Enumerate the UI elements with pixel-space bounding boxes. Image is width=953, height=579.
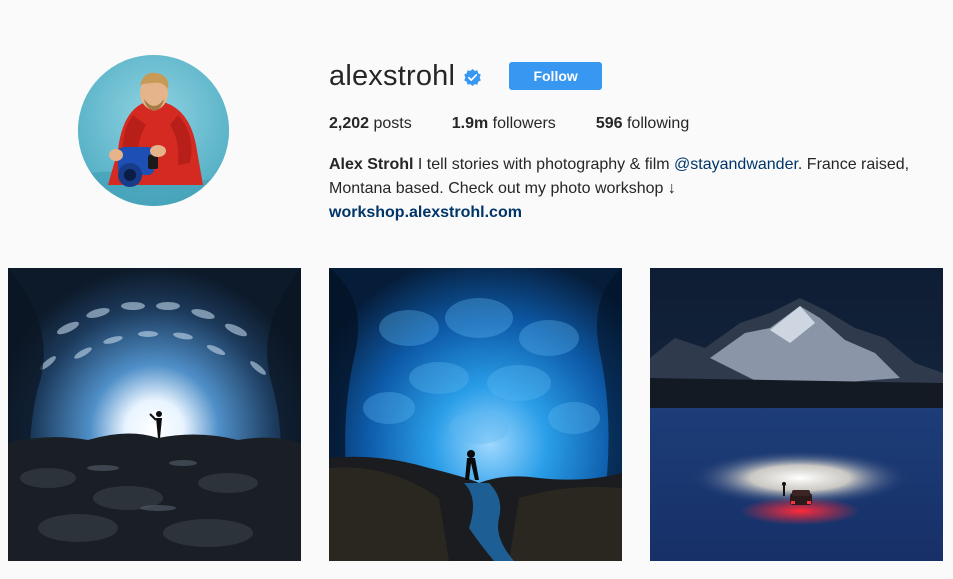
followers-stat[interactable]: 1.9m followers <box>452 114 556 134</box>
profile-page: alexstrohl Follow 2,202 posts 1.9m follo… <box>0 0 953 579</box>
followers-count: 1.9m <box>451 115 489 132</box>
profile-bio: Alex Strohl I tell stories with photogra… <box>329 153 929 225</box>
post-grid <box>8 268 943 561</box>
post-thumbnail-2[interactable] <box>329 268 622 561</box>
mention-link[interactable]: @stayandwander <box>674 156 798 173</box>
post-thumbnail-1[interactable] <box>8 268 301 561</box>
following-count: 596 <box>595 115 623 132</box>
posts-label: posts <box>373 115 412 132</box>
profile-header: alexstrohl Follow <box>329 56 603 96</box>
website-link[interactable]: workshop.alexstrohl.com <box>329 201 522 225</box>
profile-avatar[interactable] <box>78 55 229 206</box>
full-name: Alex Strohl <box>329 156 414 173</box>
followers-label: followers <box>492 115 556 132</box>
verified-badge-icon <box>464 68 481 86</box>
bio-text-1: I tell stories with photography & film <box>413 156 675 173</box>
follow-button[interactable]: Follow <box>509 62 603 90</box>
profile-stats: 2,202 posts 1.9m followers 596 following <box>329 114 729 134</box>
following-label: following <box>626 115 690 132</box>
username: alexstrohl <box>329 60 456 92</box>
post-thumbnail-3[interactable] <box>650 268 943 561</box>
posts-count: 2,202 <box>329 115 370 132</box>
posts-stat: 2,202 posts <box>329 114 412 134</box>
following-stat[interactable]: 596 following <box>596 114 689 134</box>
